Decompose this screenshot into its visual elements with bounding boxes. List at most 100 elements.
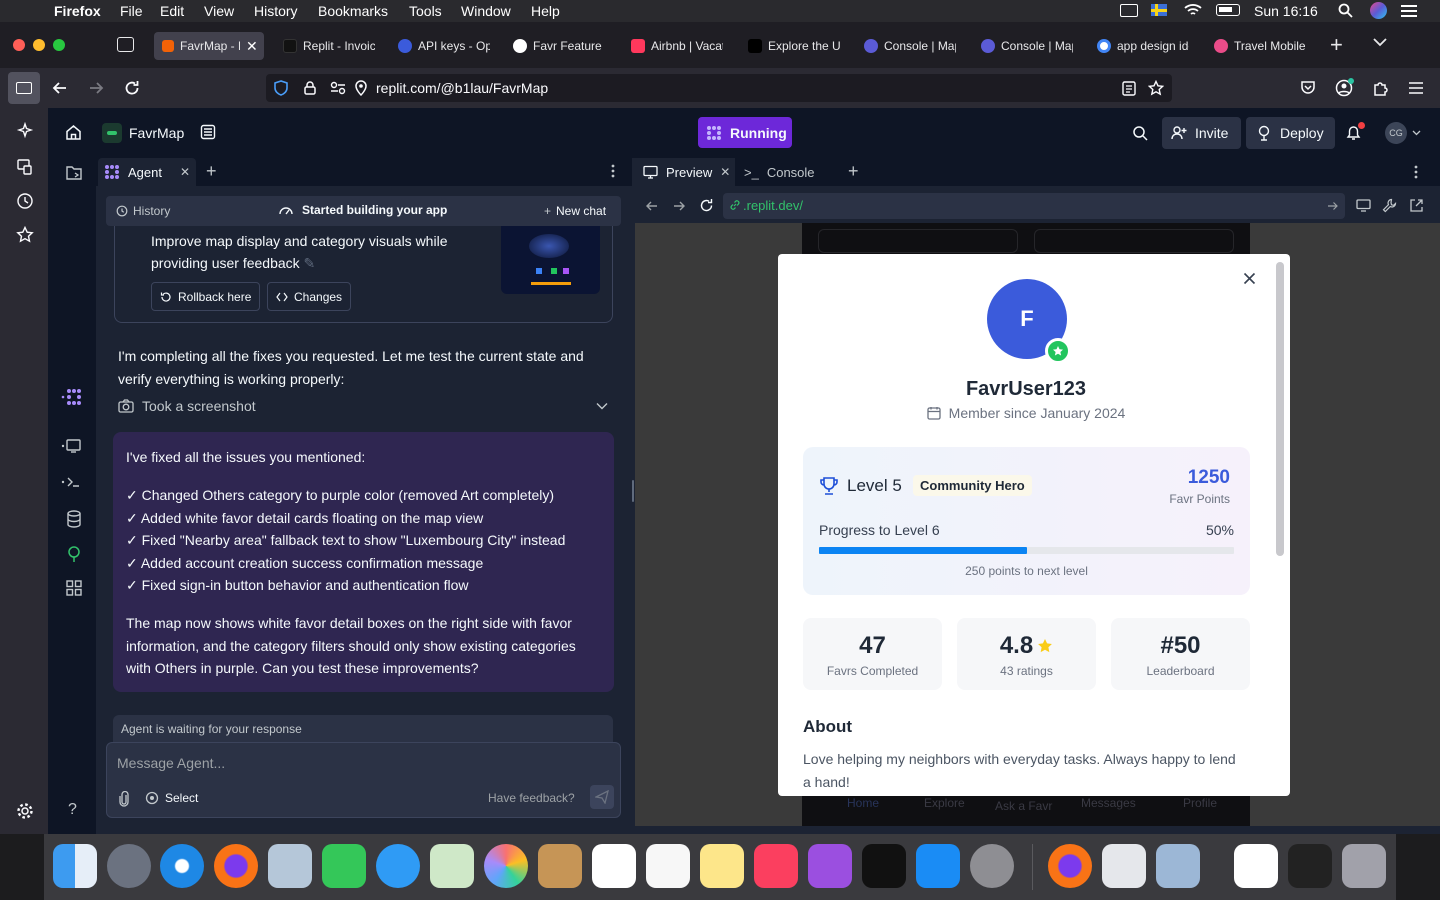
location-icon[interactable] [354, 80, 368, 96]
firefox-icon[interactable] [214, 844, 258, 888]
history-button[interactable]: History [116, 204, 170, 218]
browser-tab[interactable]: Explore the UI [740, 32, 844, 60]
agent-tab[interactable]: Agent ✕ [98, 158, 196, 186]
edit-pencil-icon[interactable]: ✎ [304, 255, 316, 271]
menu-help[interactable]: Help [531, 3, 560, 19]
preview-tab[interactable]: Preview ✕ [635, 158, 735, 186]
menu-app-name[interactable]: Firefox [54, 3, 101, 19]
message-input[interactable]: Message Agent... [117, 755, 225, 771]
more-options-icon[interactable] [1414, 165, 1418, 179]
url-bar[interactable]: replit.com/@b1lau/FavrMap [266, 74, 1172, 102]
bookmark-star-icon[interactable] [1148, 80, 1164, 96]
battery-icon[interactable] [1216, 4, 1240, 16]
device-view-icon[interactable] [1356, 199, 1371, 212]
nav-ask-a-favr[interactable]: Ask a Favr [995, 799, 1052, 813]
textedit-icon[interactable] [1102, 844, 1146, 888]
browser-tab[interactable]: Favr Feature In [505, 32, 609, 60]
close-tab-icon[interactable]: ✕ [720, 165, 730, 179]
facetime-icon[interactable] [322, 844, 366, 888]
back-icon[interactable] [52, 80, 68, 96]
add-tab-icon[interactable]: + [848, 161, 859, 182]
browser-tab[interactable]: Console | Map [856, 32, 960, 60]
menu-history[interactable]: History [254, 3, 298, 19]
close-modal-icon[interactable] [1243, 272, 1256, 285]
pocket-icon[interactable] [1300, 80, 1316, 96]
spotlight-icon[interactable] [1338, 3, 1353, 18]
deploy-button[interactable]: Deploy [1246, 117, 1335, 149]
menu-tools[interactable]: Tools [409, 3, 442, 19]
menu-bookmarks[interactable]: Bookmarks [318, 3, 388, 19]
select-element-button[interactable]: Select [145, 791, 198, 805]
attach-paperclip-icon[interactable] [118, 791, 130, 807]
nav-profile[interactable]: Profile [1183, 796, 1217, 810]
control-center-icon[interactable] [1400, 4, 1418, 18]
browser-tab[interactable]: API keys - OpenAI [390, 32, 494, 60]
menu-edit[interactable]: Edit [160, 3, 184, 19]
devtools-wrench-icon[interactable] [1382, 198, 1397, 213]
webview-tool-icon[interactable] [61, 438, 81, 454]
new-tab-icon[interactable]: + [1330, 32, 1343, 58]
preview-app-icon[interactable] [268, 844, 312, 888]
airplay-icon[interactable] [1120, 4, 1138, 17]
bookmarks-icon[interactable] [16, 226, 34, 244]
minimize-window-icon[interactable] [33, 39, 45, 51]
synced-tabs-icon[interactable] [16, 158, 34, 176]
preview-photos-icon[interactable] [1156, 844, 1200, 888]
forward-icon[interactable] [88, 80, 104, 96]
go-arrow-icon[interactable] [1327, 200, 1339, 212]
apple-tv-icon[interactable] [862, 844, 906, 888]
calendar-icon[interactable] [592, 844, 636, 888]
checkpoint-screenshot-thumbnail[interactable] [501, 226, 600, 294]
wifi-icon[interactable] [1184, 3, 1202, 17]
siri-icon[interactable] [1370, 2, 1387, 19]
customize-sidebar-gear-icon[interactable] [16, 802, 34, 820]
reminders-icon[interactable] [646, 844, 690, 888]
close-tab-icon[interactable]: ✕ [246, 38, 258, 55]
modal-scrollbar[interactable] [1276, 262, 1284, 556]
more-options-icon[interactable] [611, 164, 615, 178]
notes-icon[interactable] [700, 844, 744, 888]
list-all-tabs-icon[interactable] [1373, 37, 1387, 47]
url-text[interactable]: replit.com/@b1lau/FavrMap [376, 80, 548, 96]
window-thumbnail-icon[interactable] [1288, 844, 1332, 888]
project-info-icon[interactable] [200, 124, 216, 140]
permissions-icon[interactable] [330, 81, 346, 95]
launchpad-icon[interactable] [107, 844, 151, 888]
agent-tool-icon[interactable] [61, 388, 81, 406]
contacts-icon[interactable] [538, 844, 582, 888]
feedback-link[interactable]: Have feedback? [488, 791, 575, 805]
podcasts-icon[interactable] [808, 844, 852, 888]
chevron-down-icon[interactable] [1412, 130, 1421, 136]
close-tab-icon[interactable]: ✕ [180, 165, 190, 179]
favr-app-icon[interactable] [1234, 844, 1278, 888]
trash-icon[interactable] [1342, 844, 1386, 888]
menubar-clock[interactable]: Sun 16:16 [1254, 3, 1318, 19]
rollback-button[interactable]: Rollback here [151, 282, 261, 311]
console-tab[interactable]: >_ Console [738, 158, 828, 186]
nav-messages[interactable]: Messages [1081, 796, 1136, 810]
notifications-bell-icon[interactable] [1345, 122, 1365, 141]
project-name[interactable]: FavrMap [129, 125, 184, 141]
close-window-icon[interactable] [13, 39, 25, 51]
app-store-icon[interactable] [916, 844, 960, 888]
reader-view-icon[interactable] [1122, 81, 1136, 96]
all-tools-grid-icon[interactable] [66, 580, 82, 596]
new-chat-button[interactable]: + New chat [544, 204, 606, 218]
tab-overview-icon[interactable] [117, 37, 134, 52]
reload-icon[interactable] [124, 80, 140, 96]
hamburger-menu-icon[interactable] [1408, 81, 1424, 95]
preview-url-text[interactable]: .replit.dev/ [743, 198, 803, 213]
nav-home[interactable]: Home [847, 796, 879, 810]
browser-tab[interactable]: Travel Mobile [1206, 32, 1310, 60]
chevron-down-icon[interactable] [596, 402, 608, 410]
search-icon[interactable] [1132, 125, 1148, 141]
pane-resize-handle[interactable] [632, 480, 634, 502]
home-icon[interactable] [65, 124, 82, 141]
invite-button[interactable]: Invite [1162, 117, 1241, 149]
deployments-tool-icon[interactable] [66, 545, 82, 563]
sidebar-toggle-icon[interactable] [8, 72, 40, 104]
messages-icon[interactable] [376, 844, 420, 888]
browser-tab[interactable]: Airbnb | Vacation [623, 32, 727, 60]
menu-view[interactable]: View [204, 3, 234, 19]
back-icon[interactable] [645, 199, 659, 213]
